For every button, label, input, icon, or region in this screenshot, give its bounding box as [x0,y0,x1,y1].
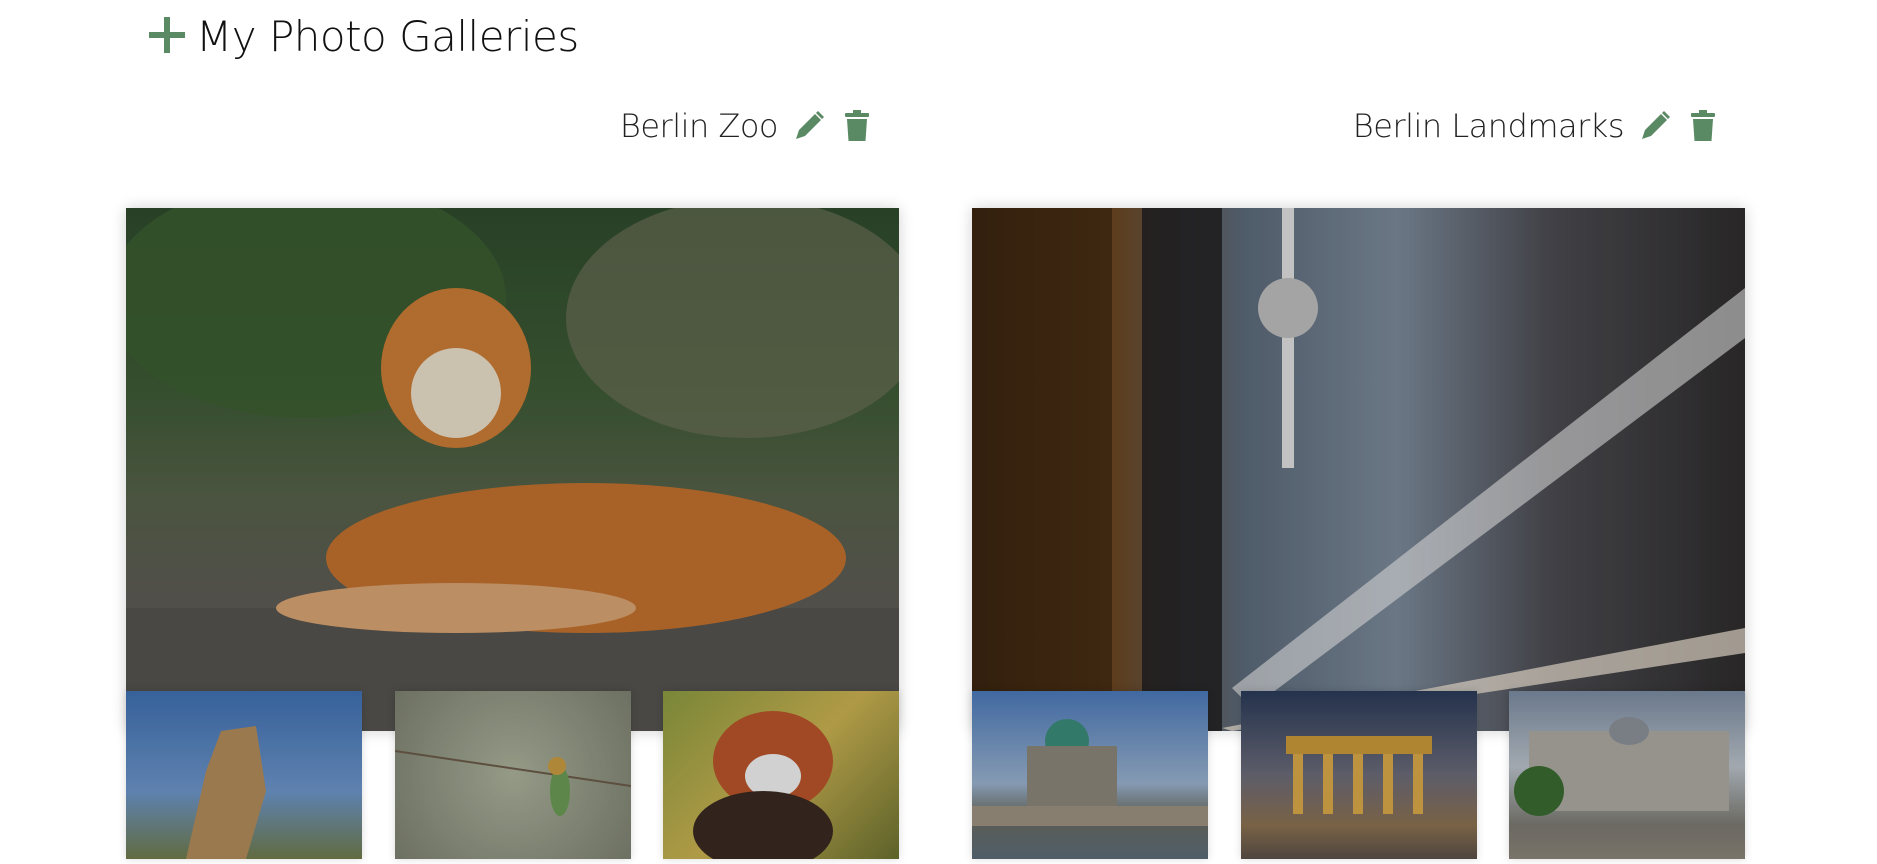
delete-gallery-button[interactable] [840,109,874,143]
trash-icon [845,110,869,141]
gallery-cover-photo[interactable] [126,208,899,731]
edit-gallery-button[interactable] [1638,109,1672,143]
page-title: My Photo Galleries [196,11,579,61]
thumbnail-photo[interactable] [1240,691,1477,859]
red-panda-image [693,711,833,859]
page-header: My Photo Galleries [148,4,579,68]
tiger-image [126,208,899,731]
bird-image [394,750,631,816]
gallery-title: Berlin Zoo [619,107,779,145]
thumbnail-photo[interactable] [663,691,899,859]
reichstag-image [1514,717,1729,816]
thumbnail-photo[interactable] [126,691,362,859]
pencil-icon [796,111,824,139]
thumbnail-photo[interactable] [972,691,1208,859]
tv-tower-image [972,208,1745,731]
gallery-berlin-zoo: Berlin Zoo [126,100,899,859]
gallery-title: Berlin Landmarks [1352,107,1625,145]
cathedral-image [972,719,1208,826]
thumbnail-photo[interactable] [1509,691,1745,859]
gallery-cover-photo[interactable] [972,208,1745,731]
pencil-icon [1642,111,1670,139]
add-gallery-button[interactable] [148,9,186,63]
brandenburg-gate-image [1285,736,1432,814]
giraffe-image [186,726,266,859]
delete-gallery-button[interactable] [1686,109,1720,143]
gallery-berlin-landmarks: Berlin Landmarks [972,100,1745,859]
edit-gallery-button[interactable] [792,109,826,143]
trash-icon [1691,110,1715,141]
plus-icon [149,17,185,53]
thumbnail-photo[interactable] [394,691,631,859]
